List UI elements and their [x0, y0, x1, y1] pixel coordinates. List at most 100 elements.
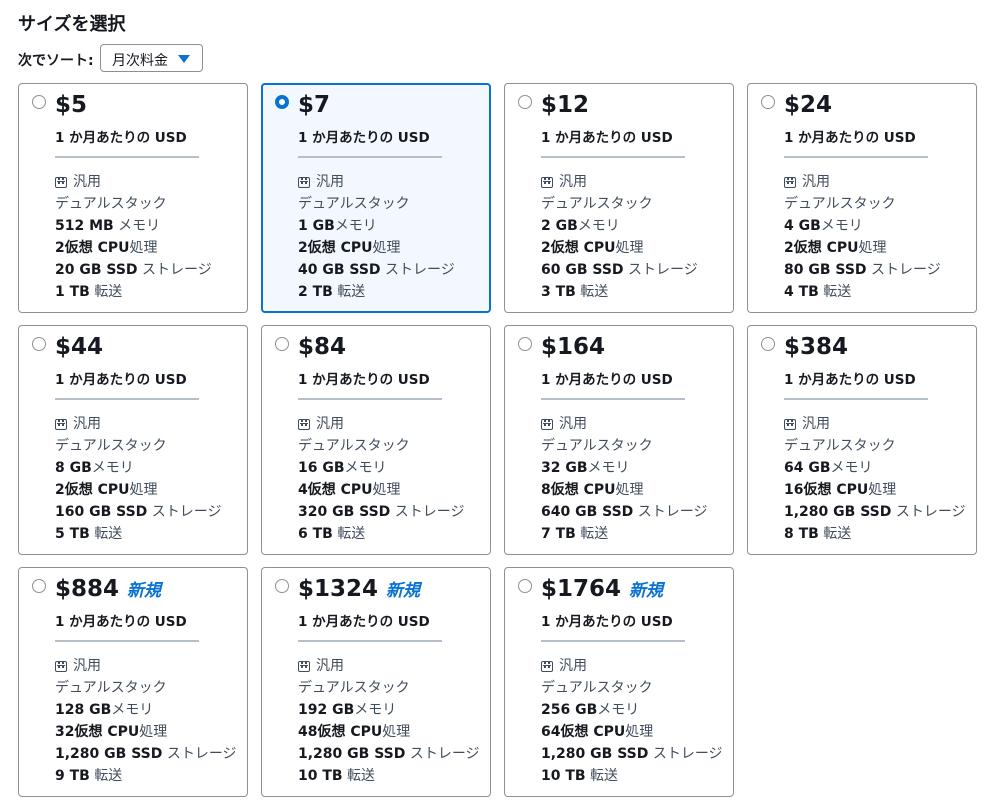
divider	[55, 640, 199, 642]
server-icon	[784, 176, 796, 188]
plan-price: $24	[784, 92, 832, 118]
plan-card[interactable]: $164 1 か月あたりの USD 汎用 デュアルスタック 32 GBメモリ 8仮想 CP…	[504, 325, 734, 555]
network-type: デュアルスタック	[298, 438, 410, 454]
transfer-unit: TB	[69, 768, 90, 784]
cpu-spec: 32仮想 CPU処理	[55, 721, 237, 743]
sort-select[interactable]: 月次料金	[100, 44, 203, 72]
plan-radio[interactable]	[761, 337, 775, 351]
vcpu-label: 仮想 CPU	[317, 724, 383, 740]
transfer-spec: 1 TB 転送	[55, 281, 212, 303]
price-unit: 1 か月あたりの USD	[298, 614, 430, 630]
bundle-type-label: 汎用	[559, 658, 587, 674]
storage-spec: 640 GB SSD ストレージ	[541, 501, 707, 523]
plan-specs: 汎用 デュアルスタック 512 MB メモリ 2仮想 CPU処理 20 GB SSD ス…	[55, 171, 212, 303]
processing-label: 処理	[858, 240, 887, 256]
bundle-type-label: 汎用	[802, 416, 830, 432]
plan-price: $12	[541, 92, 589, 118]
transfer-label: 転送	[342, 768, 376, 784]
plan-card[interactable]: $44 1 か月あたりの USD 汎用 デュアルスタック 8 GBメモリ 2仮想 CPU処…	[18, 325, 248, 555]
plan-card[interactable]: $1764 新規 1 か月あたりの USD 汎用 デュアルスタック 256 GBメモリ 64…	[504, 567, 734, 797]
memory-spec: 64 GBメモリ	[784, 457, 966, 479]
plan-card[interactable]: $5 1 か月あたりの USD 汎用 デュアルスタック 512 MB メモリ 2仮想 CP…	[18, 83, 248, 313]
plan-price: $384	[784, 334, 848, 360]
processing-label: 処理	[129, 240, 158, 256]
network-type: デュアルスタック	[55, 196, 167, 212]
page-title: サイズを選択	[18, 14, 126, 35]
network-type: デュアルスタック	[55, 438, 167, 454]
storage-value: 1,280	[541, 746, 586, 762]
plan-price-value: $5	[55, 92, 88, 118]
plan-radio[interactable]	[275, 95, 289, 109]
storage-label: ストレージ	[380, 262, 455, 278]
transfer-label: 転送	[575, 284, 609, 300]
transfer-spec: 9 TB 転送	[55, 765, 237, 787]
storage-value: 60	[541, 262, 561, 278]
plan-radio[interactable]	[761, 95, 775, 109]
network-type: デュアルスタック	[541, 680, 653, 696]
plan-card[interactable]: $12 1 か月あたりの USD 汎用 デュアルスタック 2 GBメモリ 2仮想 CPU処…	[504, 83, 734, 313]
price-unit: 1 か月あたりの USD	[298, 372, 430, 388]
memory-value: 16 GB	[298, 460, 345, 476]
plan-price: $7	[298, 92, 330, 118]
memory-spec: 32 GBメモリ	[541, 457, 707, 479]
plan-card[interactable]: $24 1 か月あたりの USD 汎用 デュアルスタック 4 GBメモリ 2仮想 CPU処…	[747, 83, 977, 313]
memory-value: 1 GB	[298, 218, 335, 234]
transfer-value: 6	[298, 526, 308, 542]
storage-value: 40	[298, 262, 318, 278]
storage-unit: GB SSD	[79, 262, 138, 278]
bundle-type-label: 汎用	[559, 416, 587, 432]
vcpu-count: 2	[541, 240, 551, 256]
plan-radio[interactable]	[275, 579, 289, 593]
plan-radio[interactable]	[32, 579, 46, 593]
vcpu-label: 仮想 CPU	[307, 482, 373, 498]
plan-card[interactable]: $384 1 か月あたりの USD 汎用 デュアルスタック 64 GBメモリ 16仮想 C…	[747, 325, 977, 555]
processing-label: 処理	[129, 482, 158, 498]
processing-label: 処理	[868, 482, 897, 498]
network-type: デュアルスタック	[298, 196, 410, 212]
vcpu-count: 2	[298, 240, 308, 256]
cpu-spec: 4仮想 CPU処理	[298, 479, 464, 501]
new-badge: 新規	[629, 581, 664, 601]
plan-radio[interactable]	[32, 95, 46, 109]
cpu-spec: 48仮想 CPU処理	[298, 721, 480, 743]
vcpu-count: 8	[541, 482, 551, 498]
transfer-value: 2	[298, 284, 308, 300]
transfer-value: 10	[541, 768, 561, 784]
memory-value: 4 GB	[784, 218, 821, 234]
server-icon	[541, 418, 553, 430]
vcpu-label: 仮想 CPU	[550, 482, 616, 498]
storage-value: 1,280	[55, 746, 100, 762]
network-type: デュアルスタック	[298, 680, 410, 696]
plan-radio[interactable]	[518, 95, 532, 109]
plan-card[interactable]: $84 1 か月あたりの USD 汎用 デュアルスタック 16 GBメモリ 4仮想 CPU…	[261, 325, 491, 555]
memory-label: メモリ	[111, 702, 154, 718]
transfer-unit: TB	[798, 284, 819, 300]
bundle-type: 汎用	[298, 171, 455, 193]
storage-value: 640	[541, 504, 571, 520]
network-type: デュアルスタック	[55, 680, 167, 696]
storage-unit: GB SSD	[575, 504, 634, 520]
bundle-type-label: 汎用	[316, 658, 344, 674]
plan-specs: 汎用 デュアルスタック 16 GBメモリ 4仮想 CPU処理 320 GB SSD スト…	[298, 413, 464, 545]
plan-card[interactable]: $7 1 か月あたりの USD 汎用 デュアルスタック 1 GBメモリ 2仮想 CPU処理…	[261, 83, 491, 313]
processing-label: 処理	[615, 482, 644, 498]
plan-radio[interactable]	[518, 337, 532, 351]
plan-price-value: $1324	[298, 576, 379, 602]
transfer-spec: 4 TB 転送	[784, 281, 941, 303]
plan-radio[interactable]	[518, 579, 532, 593]
transfer-spec: 10 TB 転送	[298, 765, 480, 787]
memory-spec: 1 GBメモリ	[298, 215, 455, 237]
plan-price: $5	[55, 92, 87, 118]
plan-price-value: $7	[298, 92, 331, 118]
bundle-type: 汎用	[784, 413, 966, 435]
caret-down-icon	[178, 55, 190, 63]
processing-label: 処理	[625, 724, 654, 740]
plan-card[interactable]: $884 新規 1 か月あたりの USD 汎用 デュアルスタック 128 GBメモリ 32仮…	[18, 567, 248, 797]
storage-label: ストレージ	[137, 262, 212, 278]
transfer-label: 転送	[818, 284, 852, 300]
plan-radio[interactable]	[275, 337, 289, 351]
plan-radio[interactable]	[32, 337, 46, 351]
plan-card[interactable]: $1324 新規 1 か月あたりの USD 汎用 デュアルスタック 192 GBメモリ 48…	[261, 567, 491, 797]
plan-specs: 汎用 デュアルスタック 192 GBメモリ 48仮想 CPU処理 1,280 GB SS…	[298, 655, 480, 787]
plan-price: $1324 新規	[298, 576, 420, 602]
